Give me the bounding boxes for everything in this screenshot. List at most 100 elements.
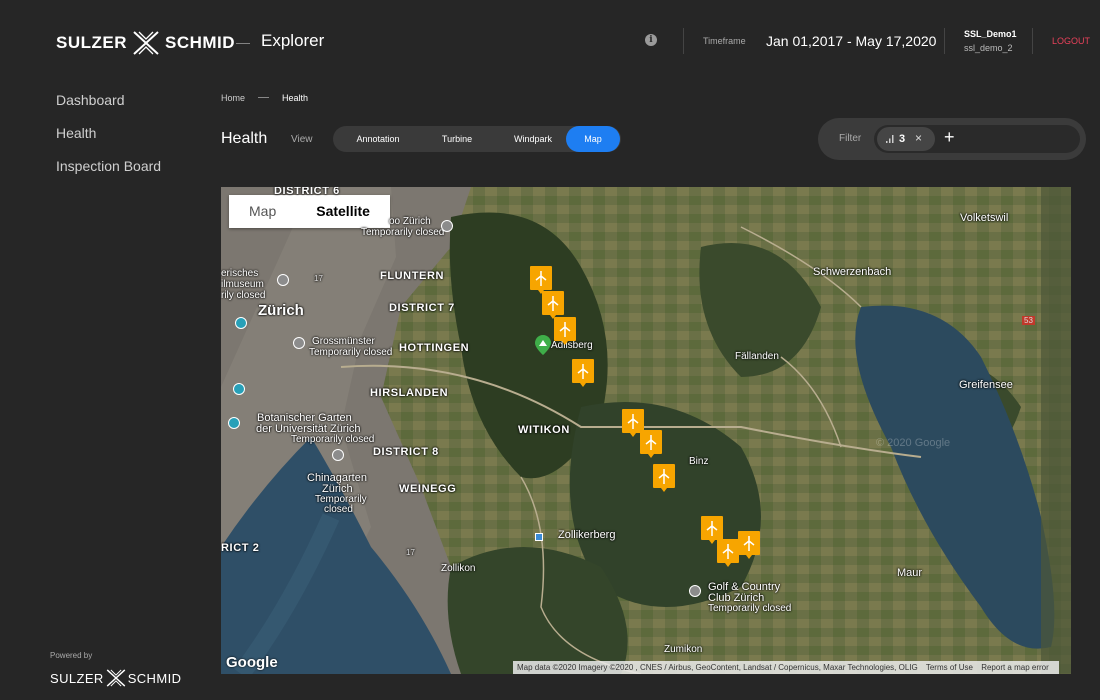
- map-label: Grossmünster: [312, 336, 375, 347]
- turbine-icon: [535, 271, 547, 286]
- divider: [683, 28, 684, 54]
- map-label: HOTTINGEN: [399, 342, 470, 354]
- map-label: Greifensee: [959, 379, 1013, 391]
- turbine-marker[interactable]: [572, 359, 594, 387]
- map-label: rily closed: [221, 290, 266, 301]
- map-label: Temporarily closed: [291, 434, 375, 445]
- sidebar-item-health[interactable]: Health: [56, 125, 161, 141]
- sidebar-item-dashboard[interactable]: Dashboard: [56, 92, 161, 108]
- golf-icon[interactable]: [689, 585, 701, 597]
- app-header: SULZER SCHMID — Explorer i Timeframe Jan…: [0, 0, 1100, 82]
- church-icon[interactable]: [293, 337, 305, 349]
- footer-brand-logo: SULZER SCHMID: [50, 668, 181, 688]
- title-separator: —: [236, 34, 250, 50]
- map-label: HIRSLANDEN: [370, 387, 449, 399]
- map-type-map[interactable]: Map: [229, 195, 296, 228]
- transit-icon[interactable]: [535, 533, 543, 541]
- brand-left: SULZER: [50, 670, 104, 686]
- place-icon[interactable]: [235, 317, 247, 329]
- breadcrumb-separator: [258, 97, 269, 98]
- attribution-text: Map data ©2020 Imagery ©2020 , CNES / Ai…: [517, 663, 918, 672]
- map-label: Zollikon: [441, 563, 476, 574]
- place-icon[interactable]: [228, 417, 240, 429]
- map-type-satellite[interactable]: Satellite: [296, 195, 390, 228]
- breadcrumb-home[interactable]: Home: [221, 93, 245, 103]
- turbine-marker[interactable]: [717, 539, 739, 567]
- map-type-toggle: Map Satellite: [229, 195, 390, 228]
- logo-x-icon: [133, 31, 159, 55]
- map-label: Temporarily closed: [708, 603, 792, 614]
- map-label: WITIKON: [518, 424, 570, 436]
- map-label: WEINEGG: [399, 483, 457, 495]
- logout-link[interactable]: LOGOUT: [1052, 36, 1090, 46]
- park-pin-icon[interactable]: [534, 335, 552, 355]
- turbine-icon: [547, 296, 559, 311]
- filter-count: 3: [899, 133, 906, 145]
- satellite-map[interactable]: Map Satellite DISTRICT 6 oo Zürich Tempo…: [221, 187, 1071, 674]
- close-icon[interactable]: ×: [915, 131, 922, 145]
- brand-left: SULZER: [56, 33, 127, 52]
- map-label: Zollikerberg: [558, 529, 616, 541]
- tab-annotation[interactable]: Annotation: [338, 126, 418, 152]
- map-label: Volketswil: [960, 212, 1009, 224]
- turbine-marker[interactable]: [653, 464, 675, 492]
- garden-icon[interactable]: [332, 449, 344, 461]
- divider: [944, 28, 945, 54]
- map-label: 53: [1022, 316, 1035, 325]
- breadcrumb-current: Health: [282, 93, 309, 103]
- google-logo: Google: [226, 654, 278, 671]
- add-filter-button[interactable]: +: [944, 127, 955, 148]
- turbine-icon: [658, 469, 670, 484]
- filter-label: Filter: [839, 133, 862, 144]
- map-label: Schwerzenbach: [813, 266, 892, 278]
- brand-right: SCHMID: [165, 33, 236, 52]
- turbine-icon: [743, 536, 755, 551]
- timeframe-value[interactable]: Jan 01,2017 - May 17,2020: [766, 33, 936, 49]
- sidebar-nav: Dashboard Health Inspection Board: [56, 92, 161, 191]
- map-label: RICT 2: [221, 542, 260, 554]
- turbine-icon: [645, 435, 657, 450]
- info-icon[interactable]: i: [645, 34, 657, 46]
- turbine-icon: [706, 521, 718, 536]
- report-error-link[interactable]: Report a map error: [981, 663, 1049, 672]
- user-name: SSL_Demo1: [964, 29, 1017, 39]
- turbine-icon: [627, 414, 639, 429]
- map-label: oo Zürich: [389, 216, 431, 227]
- brand-logo[interactable]: SULZER SCHMID: [56, 30, 235, 56]
- signal-bars-icon: [886, 135, 894, 143]
- map-label: Zumikon: [664, 644, 703, 655]
- map-label: Adlisberg: [551, 340, 593, 351]
- turbine-icon: [722, 544, 734, 559]
- turbine-marker[interactable]: [640, 430, 662, 458]
- map-label: DISTRICT 6: [274, 187, 340, 197]
- turbine-marker[interactable]: [542, 291, 564, 319]
- turbine-marker[interactable]: [554, 317, 576, 345]
- turbine-marker[interactable]: [738, 531, 760, 559]
- page-title: Health: [221, 130, 268, 147]
- map-attribution: Map data ©2020 Imagery ©2020 , CNES / Ai…: [513, 661, 1059, 674]
- map-label: ilmuseum: [221, 279, 264, 290]
- powered-by-label: Powered by: [50, 651, 93, 660]
- map-label: closed: [324, 504, 353, 515]
- sidebar-item-inspection-board[interactable]: Inspection Board: [56, 158, 161, 174]
- map-label: Maur: [897, 567, 923, 579]
- map-label: Zürich: [258, 302, 304, 319]
- map-label: 17: [314, 274, 323, 283]
- view-tabs: Annotation Turbine Windpark Map: [333, 126, 621, 152]
- place-icon[interactable]: [233, 383, 245, 395]
- paw-icon[interactable]: [441, 220, 453, 232]
- turbine-marker[interactable]: [530, 266, 552, 294]
- tab-map[interactable]: Map: [566, 126, 620, 152]
- turbine-marker[interactable]: [701, 516, 723, 544]
- map-watermark: © 2020 Google: [876, 437, 951, 449]
- map-label: Binz: [689, 456, 709, 467]
- map-label: DISTRICT 7: [389, 302, 455, 314]
- museum-icon[interactable]: [277, 274, 289, 286]
- tab-windpark[interactable]: Windpark: [498, 126, 568, 152]
- user-account: ssl_demo_2: [964, 43, 1013, 53]
- tab-turbine[interactable]: Turbine: [421, 126, 493, 152]
- map-label: Temporarily closed: [361, 227, 445, 238]
- map-label: Fällanden: [735, 351, 779, 362]
- terms-link[interactable]: Terms of Use: [926, 663, 973, 672]
- map-label: 17: [406, 548, 415, 557]
